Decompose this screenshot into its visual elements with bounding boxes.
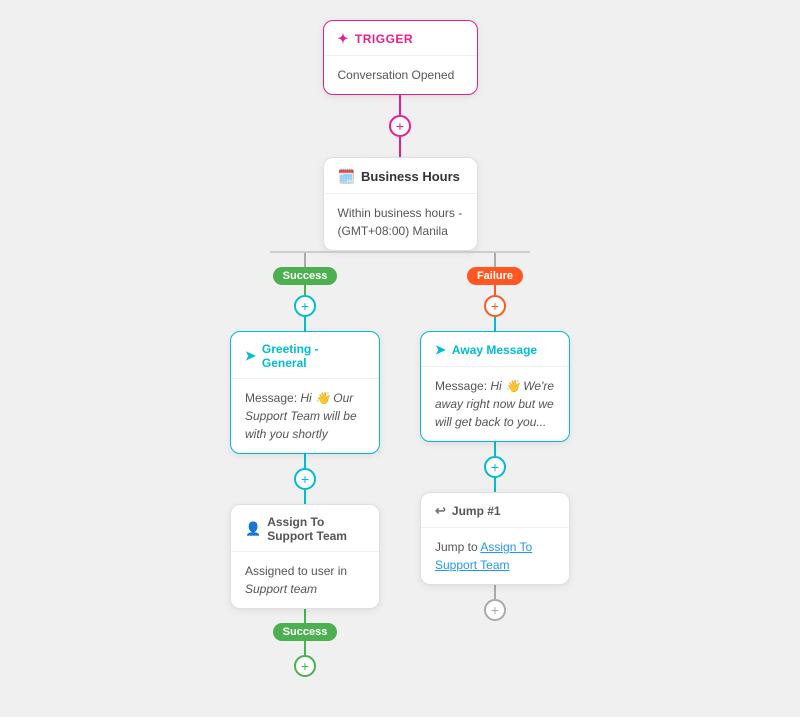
jump-icon: ↩	[435, 503, 446, 519]
away-connector	[494, 442, 496, 456]
trigger-body: Conversation Opened	[324, 56, 477, 94]
add-btn-1[interactable]: +	[389, 115, 411, 137]
biz-icon: 🗓️	[338, 168, 355, 185]
greeting-title: Greeting - General	[262, 342, 365, 370]
assign-connector	[304, 609, 306, 623]
assign-body: Assigned to user in Support team	[231, 552, 379, 608]
trigger-title: Trigger	[355, 32, 413, 46]
success-branch: Success + ➤ Greeting - General Message: …	[210, 251, 400, 677]
away-icon: ➤	[435, 342, 446, 358]
add-btn-away[interactable]: +	[484, 456, 506, 478]
greeting-body: Message: Hi 👋 Our Support Team will be w…	[231, 379, 379, 453]
jump-text-prefix: Jump to	[435, 540, 480, 554]
away-card[interactable]: ➤ Away Message Message: Hi 👋 We're away …	[420, 331, 570, 442]
away-body: Message: Hi 👋 We're away right now but w…	[421, 367, 569, 441]
success-connector-bottom	[304, 641, 306, 655]
jump-header: ↩ Jump #1	[421, 493, 569, 528]
greeting-icon: ➤	[245, 348, 256, 364]
trigger-icon: ✦	[338, 31, 349, 47]
success-badge-bottom: Success	[273, 623, 338, 641]
assign-title: Assign To Support Team	[267, 515, 365, 543]
add-btn-failure[interactable]: +	[484, 295, 506, 317]
greeting-connector	[304, 454, 306, 468]
left-vert-1	[304, 251, 306, 267]
failure-branch: Failure + ➤ Away Message Message: Hi 👋 W…	[400, 251, 590, 621]
right-vert-2	[494, 285, 496, 295]
away-text: Message: Hi 👋 We're away right now but w…	[435, 379, 554, 429]
success-badge: Success	[273, 267, 338, 285]
assign-card[interactable]: 👤 Assign To Support Team Assigned to use…	[230, 504, 380, 609]
greeting-card[interactable]: ➤ Greeting - General Message: Hi 👋 Our S…	[230, 331, 380, 454]
biz-hours-card[interactable]: 🗓️ Business Hours Within business hours …	[323, 157, 478, 251]
away-connector-2	[494, 478, 496, 492]
biz-body: Within business hours - (GMT+08:00) Mani…	[324, 194, 477, 250]
failure-badge: Failure	[467, 267, 523, 285]
greeting-header: ➤ Greeting - General	[231, 332, 379, 379]
biz-title: Business Hours	[361, 169, 460, 184]
trigger-header: ✦ Trigger	[324, 21, 477, 56]
assign-text: Assigned to user in Support team	[245, 564, 347, 596]
assign-icon: 👤	[245, 521, 261, 537]
add-btn-greeting[interactable]: +	[294, 468, 316, 490]
left-vert-3	[304, 317, 306, 331]
add-btn-jump[interactable]: +	[484, 599, 506, 621]
biz-value: Within business hours - (GMT+08:00) Mani…	[338, 206, 463, 238]
connector-1	[399, 95, 401, 115]
greeting-connector-2	[304, 490, 306, 504]
jump-title: Jump #1	[452, 504, 501, 518]
trigger-card[interactable]: ✦ Trigger Conversation Opened	[323, 20, 478, 95]
assign-header: 👤 Assign To Support Team	[231, 505, 379, 552]
right-vert-1	[494, 251, 496, 267]
add-btn-success[interactable]: +	[294, 295, 316, 317]
greeting-text: Message: Hi 👋 Our Support Team will be w…	[245, 391, 357, 441]
away-title: Away Message	[452, 343, 537, 357]
jump-body: Jump to Assign To Support Team	[421, 528, 569, 584]
jump-card[interactable]: ↩ Jump #1 Jump to Assign To Support Team	[420, 492, 570, 585]
left-vert-2	[304, 285, 306, 295]
biz-header: 🗓️ Business Hours	[324, 158, 477, 194]
right-vert-3	[494, 317, 496, 331]
jump-connector	[494, 585, 496, 599]
flow-container: ✦ Trigger Conversation Opened + 🗓️ Busin…	[0, 0, 800, 717]
trigger-value: Conversation Opened	[338, 68, 455, 82]
connector-2	[399, 137, 401, 157]
away-header: ➤ Away Message	[421, 332, 569, 367]
add-btn-bottom[interactable]: +	[294, 655, 316, 677]
